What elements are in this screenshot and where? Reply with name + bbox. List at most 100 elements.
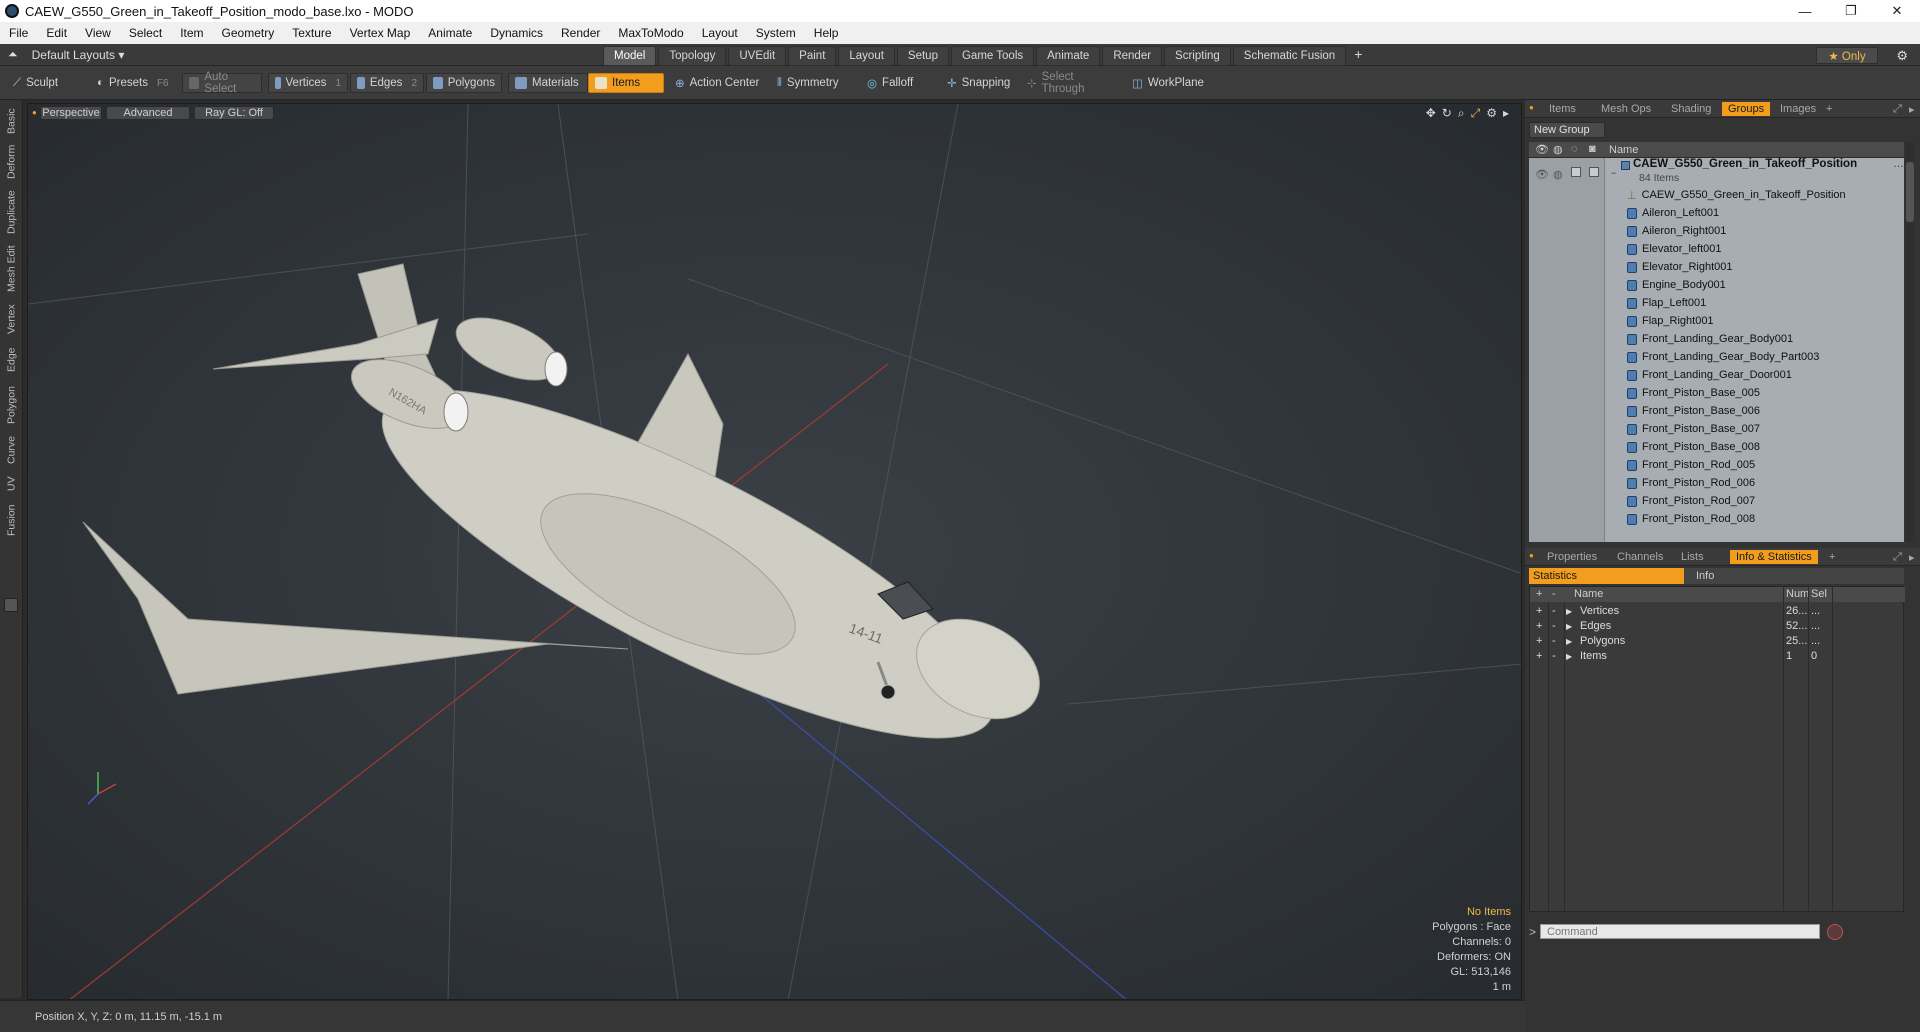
tab-schematic-fusion[interactable]: Schematic Fusion <box>1232 46 1347 66</box>
left-tab-uv[interactable]: UV <box>2 472 21 496</box>
expand-arrow-icon[interactable]: ▶ <box>1566 622 1572 631</box>
expand-arrow-icon[interactable]: ▶ <box>1566 652 1572 661</box>
viewport-menu-icon[interactable]: ● <box>32 108 37 117</box>
list-item[interactable]: Engine_Body001 <box>1529 276 1904 294</box>
new-group-button[interactable]: New Group <box>1529 122 1605 138</box>
remove-icon[interactable]: - <box>1552 635 1556 647</box>
pan-icon[interactable]: ✥ <box>1426 106 1436 121</box>
list-item[interactable]: Front_Piston_Base_008 <box>1529 438 1904 456</box>
expand-arrow-icon[interactable]: ▸ <box>1503 106 1509 121</box>
tab-layout[interactable]: Layout <box>838 46 895 66</box>
menu-item[interactable]: Item <box>171 26 212 40</box>
list-item[interactable]: ⊥ CAEW_G550_Green_in_Takeoff_Position <box>1529 186 1904 204</box>
add-icon[interactable]: + <box>1536 635 1542 647</box>
stat-row-vertices[interactable]: + - ▶ Vertices 26...... <box>1530 605 1905 620</box>
list-item[interactable]: Aileron_Right001 <box>1529 222 1904 240</box>
record-icon[interactable] <box>1827 924 1843 940</box>
groups-list[interactable]: 👁 ◍ − CAEW_G550_Green_in_Takeoff_Positio… <box>1529 158 1904 542</box>
menu-maxtomodo[interactable]: MaxToModo <box>609 26 692 40</box>
materials-mode-button[interactable]: Materials <box>508 73 588 93</box>
list-item[interactable]: Front_Landing_Gear_Door001 <box>1529 366 1904 384</box>
render-icon[interactable]: ◍ <box>1553 143 1563 156</box>
remove-icon[interactable]: - <box>1552 605 1556 617</box>
fit-icon[interactable]: ⤢ <box>1471 106 1481 121</box>
menu-system[interactable]: System <box>747 26 805 40</box>
shading-mode-dropdown[interactable]: Advanced <box>106 106 190 120</box>
gear-icon[interactable]: ⚙ <box>1896 48 1908 64</box>
list-item[interactable]: Front_Piston_Rod_006 <box>1529 474 1904 492</box>
left-tab-curve[interactable]: Curve <box>2 432 21 468</box>
tab-items[interactable]: Items <box>1543 102 1582 116</box>
symmetry-button[interactable]: ⫴ Symmetry <box>770 73 850 93</box>
tab-properties[interactable]: Properties <box>1541 550 1603 564</box>
tab-info[interactable]: Info <box>1684 568 1904 584</box>
action-center-button[interactable]: ⊕ Action Center <box>668 73 768 93</box>
panel-arrow-icon[interactable]: ▸ <box>1903 550 1920 565</box>
tab-info-statistics[interactable]: Info & Statistics <box>1730 550 1818 564</box>
tab-shading[interactable]: Shading <box>1665 102 1717 116</box>
sculpt-button[interactable]: ⟋ Sculpt <box>6 73 86 93</box>
minimize-button[interactable]: — <box>1782 0 1828 22</box>
remove-icon[interactable]: - <box>1552 650 1556 662</box>
auto-select-button[interactable]: Auto Select <box>182 71 262 95</box>
left-tab-edge[interactable]: Edge <box>2 342 21 378</box>
add-icon[interactable]: + <box>1536 650 1542 662</box>
tab-render[interactable]: Render <box>1102 46 1163 66</box>
tab-channels[interactable]: Channels <box>1611 550 1669 564</box>
list-item[interactable]: Front_Landing_Gear_Body_Part003 <box>1529 348 1904 366</box>
list-item[interactable]: Elevator_left001 <box>1529 240 1904 258</box>
snapping-button[interactable]: ✛ Snapping <box>940 73 1030 93</box>
lock-icon[interactable]: ◌ <box>1571 143 1578 155</box>
list-item[interactable]: Front_Landing_Gear_Body001 <box>1529 330 1904 348</box>
left-tab-fusion[interactable]: Fusion <box>2 500 21 540</box>
list-item[interactable]: Aileron_Left001 <box>1529 204 1904 222</box>
menu-file[interactable]: File <box>0 26 37 40</box>
command-input[interactable]: Command <box>1540 924 1820 939</box>
render-icon[interactable]: ◍ <box>1553 168 1563 181</box>
menu-texture[interactable]: Texture <box>283 26 340 40</box>
expand-all-icon[interactable]: + <box>1536 588 1542 600</box>
collapse-all-icon[interactable]: - <box>1552 588 1556 600</box>
add-icon[interactable]: + <box>1536 605 1542 617</box>
select-through-button[interactable]: ⊹ Select Through <box>1020 71 1120 95</box>
panel-menu-icon[interactable]: ● <box>1525 550 1538 561</box>
add-panel-tab-button[interactable]: + <box>1823 550 1841 564</box>
add-panel-tab-button[interactable]: + <box>1820 102 1838 116</box>
stat-row-polygons[interactable]: + - ▶ Polygons 25...... <box>1530 635 1905 650</box>
vertices-mode-button[interactable]: Vertices 1 <box>268 73 348 93</box>
left-tab-duplicate[interactable]: Duplicate <box>2 186 21 238</box>
list-item[interactable]: Front_Piston_Base_005 <box>1529 384 1904 402</box>
tab-statistics[interactable]: Statistics <box>1529 568 1684 584</box>
left-tab-vertex[interactable]: Vertex <box>2 300 21 338</box>
groups-scrollbar[interactable] <box>1905 142 1915 542</box>
panel-arrow-icon[interactable]: ▸ <box>1903 102 1920 117</box>
tab-uvedit[interactable]: UVEdit <box>728 46 787 66</box>
tab-setup[interactable]: Setup <box>896 46 949 66</box>
only-toggle-button[interactable]: ★ Only <box>1816 47 1878 64</box>
layout-toggle-icon[interactable]: ⏶ <box>8 47 18 62</box>
list-item[interactable]: Flap_Right001 <box>1529 312 1904 330</box>
list-item[interactable]: Front_Piston_Rod_005 <box>1529 456 1904 474</box>
menu-render[interactable]: Render <box>552 26 609 40</box>
left-tab-deform[interactable]: Deform <box>2 142 21 182</box>
tab-mesh-ops[interactable]: Mesh Ops <box>1595 102 1657 116</box>
menu-dynamics[interactable]: Dynamics <box>481 26 552 40</box>
tab-paint[interactable]: Paint <box>788 46 837 66</box>
edges-mode-button[interactable]: Edges 2 <box>350 73 424 93</box>
list-item[interactable]: Flap_Left001 <box>1529 294 1904 312</box>
tab-lists[interactable]: Lists <box>1675 550 1710 564</box>
left-tab-polygon[interactable]: Polygon <box>2 382 21 428</box>
presets-button[interactable]: ◐ Presets F6 <box>90 73 170 93</box>
stat-row-edges[interactable]: + - ▶ Edges 52...... <box>1530 620 1905 635</box>
default-layouts-dropdown[interactable]: Default Layouts ▾ <box>32 48 125 62</box>
tab-groups[interactable]: Groups <box>1722 102 1771 116</box>
menu-edit[interactable]: Edit <box>37 26 76 40</box>
visibility-eye-icon[interactable]: 👁 <box>1535 143 1549 156</box>
add-icon[interactable]: + <box>1536 620 1542 632</box>
raygl-toggle[interactable]: Ray GL: Off <box>194 106 274 120</box>
select-checkbox[interactable] <box>1589 167 1599 177</box>
add-tab-button[interactable]: + <box>1348 46 1368 66</box>
view-mode-dropdown[interactable]: Perspective <box>40 106 102 120</box>
scrollbar-thumb[interactable] <box>1906 162 1914 222</box>
viewport-gear-icon[interactable]: ⚙ <box>1486 106 1497 121</box>
